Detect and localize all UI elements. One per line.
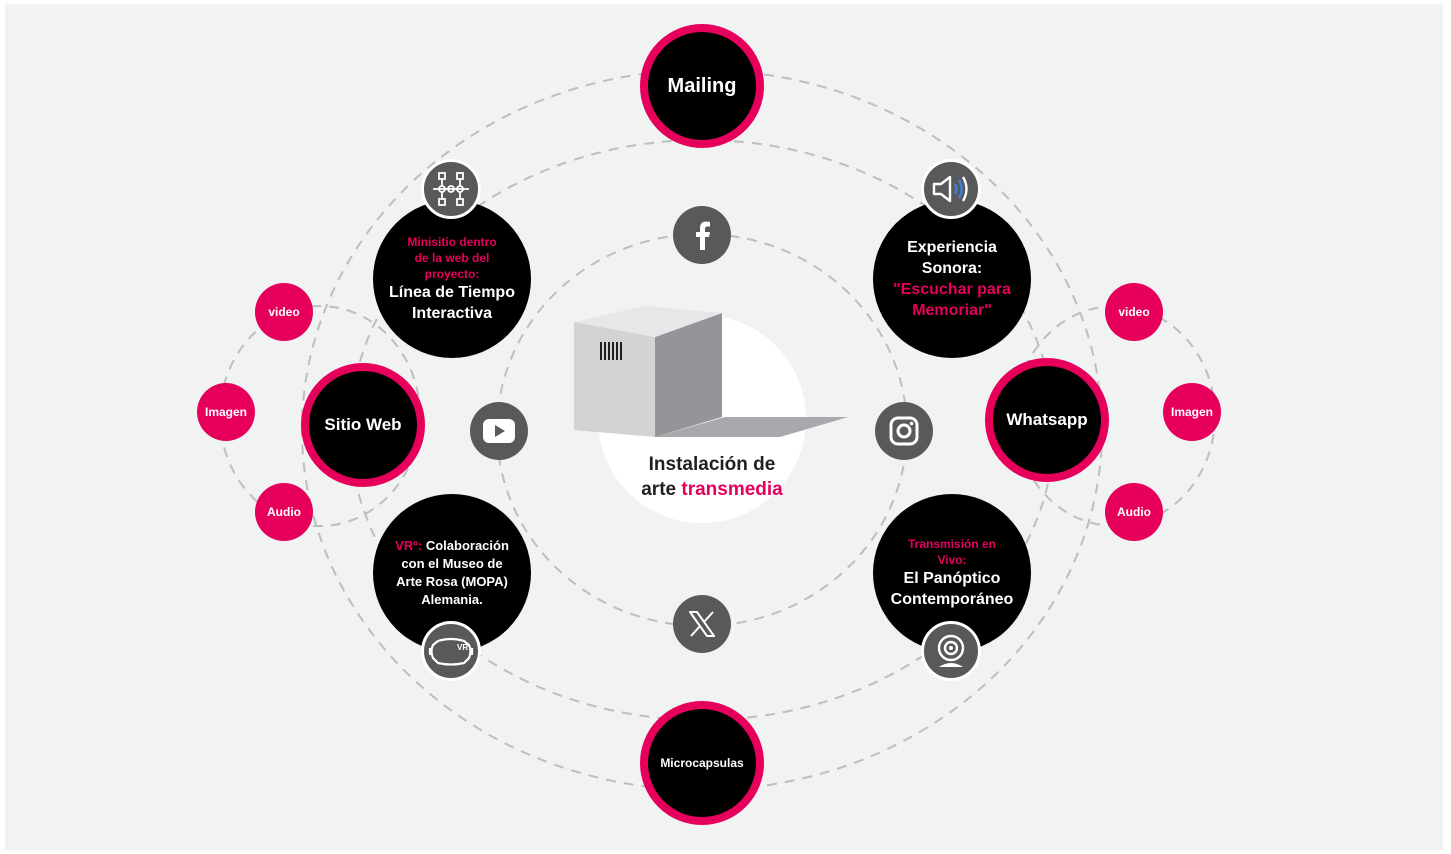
youtube-icon[interactable] xyxy=(470,402,528,460)
center-title: Instalación de arte transmedia xyxy=(617,452,807,502)
whatsapp-node[interactable]: Whatsapp xyxy=(985,358,1109,482)
mailing-label: Mailing xyxy=(667,74,737,97)
center-title-line1: Instalación de xyxy=(648,454,776,475)
vr-line1: VRº: Colaboración xyxy=(395,537,509,555)
center-title-line2-prefix: arte xyxy=(641,479,682,500)
flowchart-glyph xyxy=(433,172,469,206)
left-video-dot[interactable]: video xyxy=(255,283,313,341)
svg-text:VR: VR xyxy=(457,643,468,652)
left-audio-label: Audio xyxy=(267,505,301,519)
youtube-glyph xyxy=(483,419,515,443)
minisitio-title-line2: Interactiva xyxy=(411,305,493,322)
microcapsulas-label: Microcapsulas xyxy=(660,756,744,770)
experiencia-title-line1: Experiencia xyxy=(907,239,997,256)
minisitio-node[interactable]: Minisitio dentro de la web del proyecto:… xyxy=(373,200,531,358)
mailing-node[interactable]: Mailing xyxy=(640,24,764,148)
experiencia-title-line2: Sonora: xyxy=(921,260,983,277)
right-imagen-label: Imagen xyxy=(1170,405,1213,419)
flowchart-icon xyxy=(421,159,481,219)
center-title-highlight: transmedia xyxy=(681,479,783,500)
experiencia-sonora-node[interactable]: Experiencia Sonora: "Escuchar para Memor… xyxy=(873,200,1031,358)
experiencia-highlight-line1: "Escuchar para xyxy=(893,281,1011,298)
building-illustration xyxy=(574,306,848,437)
vr-line4: Alemania. xyxy=(421,592,483,607)
speaker-glyph xyxy=(932,175,968,203)
minisitio-subtitle-line2: de la web del xyxy=(414,251,490,265)
vr-line1-rest: Colaboración xyxy=(422,538,509,553)
sitio-web-node[interactable]: Sitio Web xyxy=(301,363,425,487)
vr-headset-icon: VR xyxy=(421,621,481,681)
vr-line3: Arte Rosa (MOPA) xyxy=(396,574,508,589)
vr-highlight: VRº: xyxy=(395,538,423,553)
vr-line2: con el Museo de xyxy=(401,556,503,571)
transmision-title-line2: Contemporáneo xyxy=(890,591,1014,608)
instagram-icon[interactable] xyxy=(875,402,933,460)
instagram-glyph xyxy=(889,416,919,446)
left-imagen-label: Imagen xyxy=(204,405,247,419)
transmision-title-line1: El Panóptico xyxy=(903,570,1001,587)
left-audio-dot[interactable]: Audio xyxy=(255,483,313,541)
right-audio-dot[interactable]: Audio xyxy=(1105,483,1163,541)
experiencia-highlight-line2: Memoriar" xyxy=(912,302,992,319)
right-video-dot[interactable]: video xyxy=(1105,283,1163,341)
webcam-glyph xyxy=(937,634,965,667)
vr-headset-glyph: VR xyxy=(428,637,474,666)
webcam-icon xyxy=(921,621,981,681)
facebook-glyph xyxy=(696,221,710,250)
facebook-icon[interactable] xyxy=(673,206,731,264)
right-imagen-dot[interactable]: Imagen xyxy=(1163,383,1221,441)
center-title-line2: arte transmedia xyxy=(617,477,807,502)
whatsapp-label: Whatsapp xyxy=(1006,410,1088,429)
minisitio-title-line1: Línea de Tiempo xyxy=(389,284,515,301)
x-icon[interactable] xyxy=(673,595,731,653)
sitio-web-label: Sitio Web xyxy=(324,415,402,434)
right-video-label: video xyxy=(1118,305,1150,319)
transmision-subtitle-line1: Transmisión en xyxy=(907,537,997,551)
minisitio-subtitle-line3: proyecto: xyxy=(424,267,480,281)
left-video-label: video xyxy=(268,305,300,319)
left-imagen-dot[interactable]: Imagen xyxy=(197,383,255,441)
transmision-subtitle-line2: Vivo: xyxy=(937,553,967,567)
x-glyph xyxy=(689,611,715,637)
minisitio-subtitle-line1: Minisitio dentro xyxy=(407,235,497,249)
microcapsulas-node[interactable]: Microcapsulas xyxy=(640,701,764,825)
diagram-canvas: Instalación de arte transmedia Mailing M… xyxy=(5,4,1443,850)
right-audio-label: Audio xyxy=(1117,505,1151,519)
speaker-icon xyxy=(921,159,981,219)
